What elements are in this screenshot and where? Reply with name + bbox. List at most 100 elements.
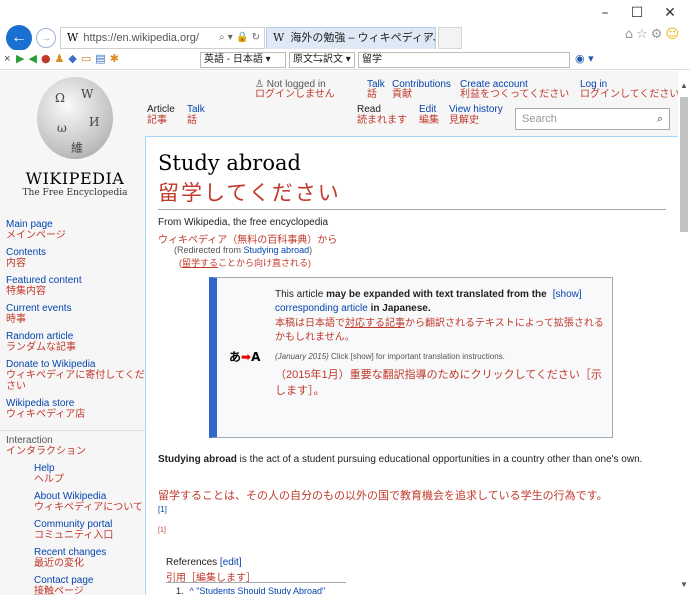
reference-link[interactable]: ^ "Students Should Study Abroad" <box>190 586 326 595</box>
vertical-scrollbar[interactable]: ▲ ▼ <box>678 71 690 595</box>
tag-icon[interactable]: ◆ <box>68 52 80 65</box>
back-button[interactable]: ← <box>6 25 32 51</box>
sidebar-item-recent-changes[interactable]: Recent changes 最近の変化 <box>0 547 145 569</box>
corresponding-article-link-jp[interactable]: 対応する記事 <box>345 318 405 329</box>
scroll-down-icon[interactable]: ▼ <box>678 580 690 589</box>
notice-jp-2: （2015年1月）重要な翻訳指導のためにクリックしてください［示します］。 <box>275 369 602 397</box>
play-icon[interactable]: ▶ <box>16 52 28 65</box>
favorites-star-icon[interactable]: ☆ <box>636 27 651 42</box>
sidebar-item-label: Community portal <box>34 519 113 530</box>
user-talk-link[interactable]: Talk 話 <box>367 80 385 100</box>
notice-instructions: (January 2015) Click [show] for importan… <box>275 350 605 364</box>
not-logged-in-status: ♙ Not logged in ログインしません <box>255 80 335 100</box>
translation-input[interactable]: 留学 <box>358 52 570 68</box>
document-icon[interactable]: ▤ <box>95 52 109 65</box>
address-bar[interactable]: W https://en.wikipedia.org/ ⌕ ▾ 🔒 ↻ <box>60 27 265 49</box>
sidebar-item-label-jp: 内容 <box>6 258 26 269</box>
scrollbar-thumb[interactable] <box>680 97 688 232</box>
translate-icon-target: A <box>251 350 261 364</box>
show-toggle[interactable]: [show] <box>553 289 582 300</box>
sidebar-item-featured-content[interactable]: Featured content 特集内容 <box>0 275 145 297</box>
redirect-link[interactable]: Studying abroad <box>244 245 310 255</box>
browser-tab[interactable]: W 海外の勉強 – ウィキペディア、... × <box>266 27 436 49</box>
citation-link-jp[interactable]: [1] <box>158 527 166 534</box>
sidebar-item-about[interactable]: About Wikipedia ウィキペディアについて <box>0 491 145 513</box>
sidebar-item-help[interactable]: Help ヘルプ <box>0 463 145 485</box>
create-account-link[interactable]: Create account 利益をつくってください <box>460 80 569 100</box>
notice-line-2-rest: in Japanese. <box>367 303 431 314</box>
log-in-link[interactable]: Log in ログインしてください <box>580 80 678 100</box>
minimize-button[interactable]: – <box>590 4 620 22</box>
tab-edit[interactable]: Edit 編集 <box>419 104 439 126</box>
article-content: Study abroad 留学してください From Wikipedia, th… <box>145 136 678 595</box>
tab-view-history[interactable]: View history 見解史 <box>449 104 503 126</box>
citation-link[interactable]: [1] <box>158 505 167 514</box>
notice-body: This article may be expanded with text t… <box>275 288 605 399</box>
sidebar-item-label: Donate to Wikipedia <box>6 359 96 370</box>
translate-globe-icon[interactable]: ◉ ▾ <box>575 52 594 65</box>
redirect-prefix: (Redirected from <box>174 245 244 255</box>
sidebar-item-current-events[interactable]: Current events 時事 <box>0 303 145 325</box>
tab-article[interactable]: Article 記事 <box>147 104 175 126</box>
references-title: References <box>166 557 218 568</box>
lead-paragraph: Studying abroad is the act of a student … <box>158 452 663 468</box>
feedback-smiley-icon[interactable]: ☺ <box>665 27 682 42</box>
tab-talk[interactable]: Talk 話 <box>187 104 205 126</box>
sidebar-item-contact-page[interactable]: Contact page 接触ページ <box>0 575 145 595</box>
search-icon[interactable]: ⌕ <box>657 109 663 129</box>
sidebar-item-label-jp: ランダムな記事 <box>6 342 76 353</box>
new-tab-button[interactable] <box>438 27 462 49</box>
sidebar-item-label: Recent changes <box>34 547 107 558</box>
references-heading: References [edit] <box>166 557 242 568</box>
translate-arrow-icon: ➡ <box>241 350 252 364</box>
person-icon[interactable]: ♟ <box>55 52 69 65</box>
lead-text: is the act of a student pursuing educati… <box>236 454 643 465</box>
redirect-link-jp[interactable]: 留学する <box>182 258 218 268</box>
translation-mode-value: 原文⇆訳文 <box>293 54 343 65</box>
sidebar-item-store[interactable]: Wikipedia store ウィキペディア店 <box>0 398 145 420</box>
star-badge-icon[interactable]: ✱ <box>110 52 123 65</box>
corresponding-article-link[interactable]: corresponding article <box>275 303 368 314</box>
record-icon[interactable]: ● <box>41 52 55 65</box>
redirect-suffix: ) <box>309 245 313 255</box>
wikipedia-logo[interactable]: Ω W И ω 維 WIKIPEDIA The Free Encyclopedi… <box>20 77 130 198</box>
close-window-button[interactable]: ✕ <box>655 4 685 22</box>
references-edit-link[interactable]: [edit] <box>220 557 242 568</box>
sidebar: Main page メインページ Contents 内容 Featured cont… <box>0 219 145 595</box>
toolbar-close-icon[interactable]: × <box>4 53 10 65</box>
address-url: https://en.wikipedia.org/ <box>83 32 199 44</box>
interaction-heading-en: Interaction <box>6 435 53 446</box>
home-icon[interactable]: ⌂ <box>625 27 636 42</box>
scroll-up-icon[interactable]: ▲ <box>678 81 690 90</box>
sidebar-item-label-jp: ヘルプ <box>34 474 64 485</box>
contributions-link[interactable]: Contributions 貢献 <box>392 80 451 100</box>
back-step-icon[interactable]: ◀ <box>28 52 40 65</box>
site-subtitle-jp: ウィキペディア（無料の百科事典）から <box>158 235 338 246</box>
sidebar-item-contents[interactable]: Contents 内容 <box>0 247 145 269</box>
wikipedia-page: Ω W И ω 維 WIKIPEDIA The Free Encyclopedi… <box>0 71 678 595</box>
notice-line-2: corresponding article in Japanese. <box>275 302 605 316</box>
reference-item: 1. ^ "Students Should Study Abroad" <box>176 586 325 595</box>
tab-close-icon[interactable]: × <box>424 28 430 48</box>
sidebar-item-main-page[interactable]: Main page メインページ <box>0 219 145 241</box>
tab-read[interactable]: Read 読まれます <box>357 104 407 126</box>
sidebar-item-label-jp: 時事 <box>6 314 26 325</box>
settings-gear-icon[interactable]: ⚙ <box>651 27 666 42</box>
notice-line-1: This article may be expanded with text t… <box>275 288 605 302</box>
search-input[interactable]: Search ⌕ <box>515 108 670 130</box>
wikipedia-tagline: The Free Encyclopedia <box>22 188 128 198</box>
forward-button[interactable]: → <box>36 28 56 48</box>
sidebar-item-label-jp: 接触ページ <box>34 586 84 595</box>
folder-icon[interactable]: ▭ <box>81 52 95 65</box>
interaction-heading-jp: インタラクション <box>6 446 86 457</box>
notice-date: (January 2015) <box>275 352 329 361</box>
sidebar-item-random-article[interactable]: Random article ランダムな記事 <box>0 331 145 353</box>
translation-mode-select[interactable]: 原文⇆訳文 ▾ <box>289 52 355 68</box>
address-controls-icon[interactable]: ⌕ ▾ 🔒 ↻ <box>219 28 260 48</box>
sidebar-item-donate[interactable]: Donate to Wikipedia ウィキペディアに寄付してください <box>0 359 145 392</box>
sidebar-heading-interaction: Interaction インタラクション <box>0 430 145 457</box>
maximize-button[interactable]: ☐ <box>622 4 652 22</box>
language-pair-select[interactable]: 英語 - 日本語 ▾ <box>200 52 286 68</box>
sidebar-item-label-jp: コミュニティ入口 <box>34 530 114 541</box>
sidebar-item-community-portal[interactable]: Community portal コミュニティ入口 <box>0 519 145 541</box>
